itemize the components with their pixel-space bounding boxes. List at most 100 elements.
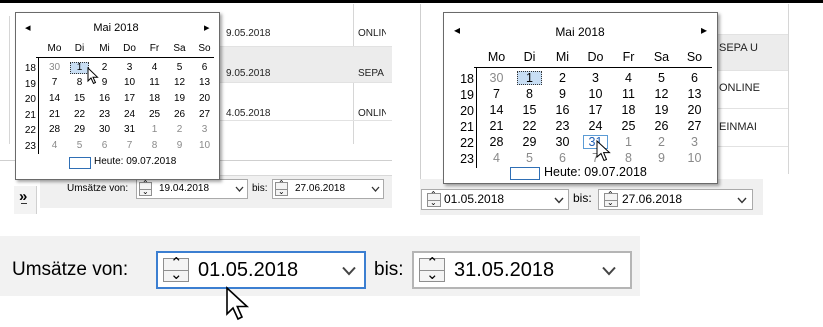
day-cell[interactable]: 30 [546, 136, 579, 149]
day-cell[interactable]: 17 [117, 93, 142, 104]
day-cell[interactable]: 31 [117, 125, 142, 135]
day-cell[interactable]: 20 [192, 93, 217, 104]
day-cell[interactable]: 8 [142, 140, 167, 151]
spinner-icon[interactable]: ⌃ ⌄ [427, 190, 441, 207]
table-row[interactable]: ONLINE [719, 82, 769, 94]
day-cell[interactable]: 8 [513, 88, 546, 101]
day-cell[interactable]: 12 [167, 78, 192, 88]
day-grid[interactable]: 30 1 2 3 4 5 6 7 8 9 10 11 12 13 14 15 1… [42, 60, 217, 154]
day-cell[interactable]: 12 [645, 88, 678, 101]
day-cell[interactable]: 6 [92, 140, 117, 151]
day-cell[interactable]: 28 [480, 136, 513, 149]
day-cell[interactable]: 21 [480, 120, 513, 133]
day-cell[interactable]: 9 [546, 88, 579, 101]
day-cell[interactable]: 25 [142, 109, 167, 120]
day-cell[interactable]: 7 [117, 140, 142, 151]
day-cell[interactable]: 23 [546, 120, 579, 133]
day-cell[interactable]: 1 [142, 125, 167, 135]
spinner-icon[interactable]: ⌃ ⌄ [139, 179, 152, 196]
day-cell[interactable]: 5 [67, 140, 92, 151]
day-cell[interactable]: 5 [513, 152, 546, 165]
day-cell[interactable]: 19 [645, 104, 678, 117]
chevron-down-icon[interactable] [342, 266, 356, 276]
from-date-picker[interactable]: ⌃ ⌄ 01.05.2018 [156, 251, 366, 289]
table-row[interactable]: EINMAI [719, 121, 769, 133]
day-cell[interactable]: 13 [678, 88, 711, 101]
day-cell[interactable]: 21 [42, 109, 67, 120]
to-date-picker[interactable]: ⌃ ⌄ 27.06.2018 [598, 189, 753, 210]
table-row[interactable]: SEPA U [719, 42, 769, 54]
chevron-down-icon[interactable] [235, 186, 244, 192]
day-cell[interactable]: 27 [678, 120, 711, 133]
day-cell[interactable]: 7 [480, 88, 513, 101]
day-cell[interactable]: 3 [579, 72, 612, 85]
day-cell[interactable]: 20 [678, 104, 711, 117]
day-cell[interactable]: 22 [513, 120, 546, 133]
day-cell[interactable]: 5 [167, 62, 192, 73]
day-cell[interactable]: 16 [546, 104, 579, 117]
to-date-picker[interactable]: ⌃ ⌄ 31.05.2018 [412, 251, 632, 289]
sidebar-collapse-button[interactable]: » [14, 186, 37, 214]
day-cell[interactable]: 26 [167, 109, 192, 120]
day-cell[interactable]: 17 [579, 104, 612, 117]
day-cell[interactable]: 15 [513, 104, 546, 117]
from-date-picker[interactable]: ⌃ ⌄ 01.05.2018 [421, 189, 569, 210]
day-cell[interactable]: 3 [678, 136, 711, 149]
day-cell[interactable]: 25 [612, 120, 645, 133]
to-date-picker[interactable]: ⌃ ⌄ 27.06.2018 [272, 179, 384, 199]
chevron-down-icon[interactable] [371, 186, 380, 192]
day-cell[interactable]: 4 [612, 72, 645, 85]
day-cell[interactable]: 4 [480, 152, 513, 165]
day-cell[interactable]: 10 [579, 88, 612, 101]
day-cell[interactable]: 13 [192, 78, 217, 88]
day-cell[interactable]: 30 [480, 72, 513, 85]
day-cell[interactable]: 18 [612, 104, 645, 117]
chevron-down-icon[interactable] [554, 197, 564, 204]
day-cell[interactable]: 2 [546, 72, 579, 85]
day-cell[interactable]: 3 [192, 125, 217, 135]
calendar-popup[interactable]: ◂ Mai 2018 ▸ Mo Di Mi Do Fr Sa So 18 19 … [443, 12, 718, 184]
table-row[interactable]: 9.05.2018 ONLIN [226, 28, 386, 39]
calendar-popup[interactable]: ◂ Mai 2018 ▸ Mo Di Mi Do Fr Sa So 18 19 … [15, 12, 220, 180]
today-button[interactable]: Heute: 09.07.2018 [544, 165, 647, 179]
day-cell[interactable]: 10 [117, 78, 142, 88]
next-month-button[interactable]: ▸ [204, 21, 210, 34]
day-cell[interactable]: 24 [579, 120, 612, 133]
day-cell[interactable]: 30 [42, 62, 67, 73]
day-cell-selected[interactable]: 1 [517, 70, 542, 86]
spinner-icon[interactable]: ⌃ ⌄ [163, 255, 189, 283]
day-cell[interactable]: 15 [67, 93, 92, 104]
day-cell[interactable]: 22 [67, 109, 92, 120]
day-cell[interactable]: 4 [42, 140, 67, 151]
day-cell[interactable]: 10 [192, 140, 217, 151]
month-title[interactable]: Mai 2018 [76, 22, 156, 34]
day-cell[interactable]: 9 [645, 152, 678, 165]
day-cell[interactable]: 10 [678, 152, 711, 165]
day-cell[interactable]: 24 [117, 109, 142, 120]
day-cell[interactable]: 14 [42, 93, 67, 104]
day-cell[interactable]: 18 [142, 93, 167, 104]
day-cell[interactable]: 6 [192, 62, 217, 73]
day-cell[interactable]: 28 [42, 125, 67, 135]
day-cell[interactable]: 16 [92, 93, 117, 104]
day-cell[interactable]: 1 [612, 136, 645, 149]
day-cell[interactable]: 3 [117, 62, 142, 73]
day-cell[interactable]: 4 [142, 62, 167, 73]
spinner-icon[interactable]: ⌃ ⌄ [275, 179, 288, 196]
day-cell[interactable]: 6 [546, 152, 579, 165]
day-cell[interactable]: 30 [92, 125, 117, 135]
day-cell[interactable]: 2 [167, 125, 192, 135]
day-cell[interactable]: 11 [142, 78, 167, 88]
day-cell[interactable]: 14 [480, 104, 513, 117]
spinner-icon[interactable]: ⌃ ⌄ [419, 255, 445, 283]
day-cell[interactable]: 29 [67, 125, 92, 135]
day-cell[interactable]: 11 [612, 88, 645, 101]
month-title[interactable]: Mai 2018 [540, 25, 620, 39]
day-cell[interactable]: 6 [678, 72, 711, 85]
day-cell[interactable]: 2 [645, 136, 678, 149]
spinner-icon[interactable]: ⌃ ⌄ [604, 190, 618, 207]
from-date-picker[interactable]: ⌃ ⌄ 19.04.2018 [136, 179, 248, 199]
day-cell[interactable]: 9 [167, 140, 192, 151]
day-cell[interactable]: 26 [645, 120, 678, 133]
prev-month-button[interactable]: ◂ [25, 21, 31, 34]
